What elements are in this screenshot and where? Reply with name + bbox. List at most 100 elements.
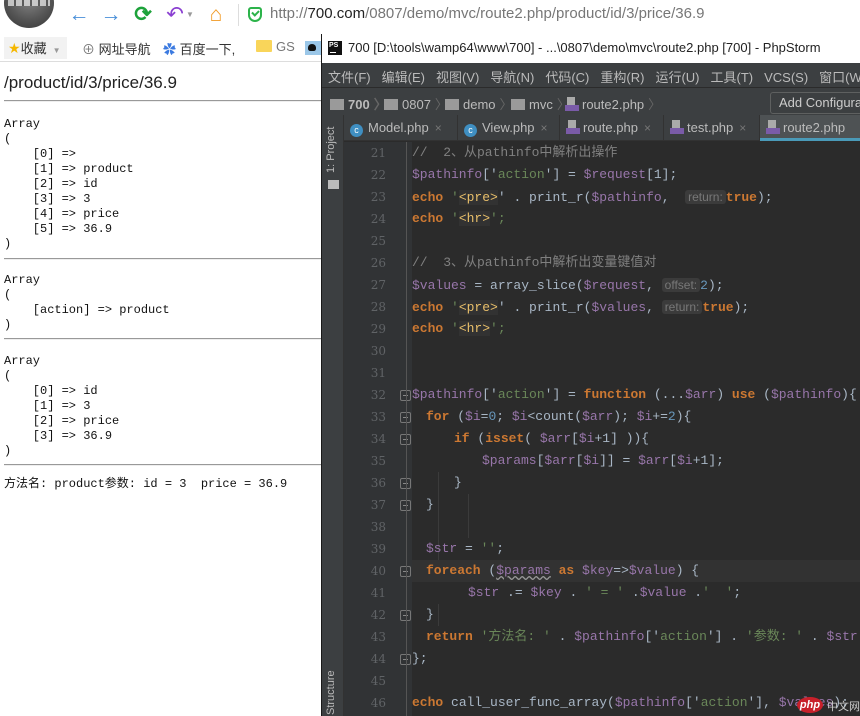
line-number: 43: [370, 630, 386, 644]
breadcrumb-700[interactable]: 700 〉: [330, 94, 387, 113]
line-number: 32: [370, 388, 386, 402]
bookmark-nav[interactable]: ⊕ 网址导航: [82, 39, 151, 58]
code-line-42: }: [426, 607, 434, 622]
bookmark-gs[interactable]: GS: [256, 39, 295, 54]
code-line-37: }: [426, 497, 434, 512]
add-configuration-button[interactable]: Add Configura: [770, 92, 860, 114]
close-icon[interactable]: ×: [644, 121, 651, 135]
user-avatar[interactable]: [4, 0, 54, 28]
chevron-right-icon: 〉: [648, 97, 662, 112]
bookmark-baidu[interactable]: ✿ 百度一下,: [163, 39, 235, 58]
code-line-27: $values = array_slice($request, offset: 2…: [412, 278, 724, 293]
line-number: 38: [370, 520, 386, 534]
menu-view[interactable]: 视图(V): [430, 63, 484, 86]
menu-file[interactable]: 文件(F): [322, 63, 376, 86]
globe-icon: ⊕: [82, 42, 96, 57]
code-line-33: for ($i=0; $i<count($arr); $i+=2){: [426, 409, 692, 424]
php-file-icon: [670, 120, 684, 134]
breadcrumb-mvc[interactable]: mvc 〉: [511, 94, 570, 113]
line-number: 27: [370, 278, 386, 292]
line-number: 39: [370, 542, 386, 556]
breadcrumb-demo[interactable]: demo 〉: [445, 94, 513, 113]
line-number: 41: [370, 586, 386, 600]
menu-window[interactable]: 窗口(W): [813, 63, 860, 86]
breadcrumb-route2[interactable]: route2.php 〉: [565, 94, 661, 113]
url-host: 700.com: [307, 5, 366, 22]
menu-refactor[interactable]: 重构(R): [594, 63, 649, 86]
forward-arrow-icon[interactable]: →: [99, 3, 123, 27]
tab-label: Model.php: [368, 120, 429, 135]
back-arrow-icon[interactable]: ←: [67, 3, 91, 27]
line-number: 25: [370, 234, 386, 248]
undo-dropdown-icon[interactable]: ▼: [186, 10, 194, 19]
tab-label: route2.php: [783, 120, 846, 135]
folder-icon: [256, 40, 272, 52]
param-hint: return:: [661, 300, 703, 314]
class-icon: c: [350, 124, 363, 137]
tab-test-php[interactable]: test.php ×: [664, 115, 760, 141]
structure-tool-button[interactable]: Structure: [325, 670, 337, 715]
editor-tabs: c Model.php × c View.php × route.php × test.p…: [344, 115, 860, 141]
line-number: 37: [370, 498, 386, 512]
fold-guide: [406, 142, 407, 716]
tab-model-php[interactable]: c Model.php ×: [344, 115, 458, 141]
line-number: 31: [370, 366, 386, 380]
code-line-28: echo '<pre>' . print_r($values, return: t…: [412, 300, 750, 315]
toolbar-divider: [238, 4, 239, 26]
project-folder-icon[interactable]: [328, 180, 339, 189]
close-icon[interactable]: ×: [739, 121, 746, 135]
window-title: 700 [D:\tools\wamp64\www\700] - ...\0807…: [348, 40, 821, 55]
undo-icon[interactable]: ↶: [163, 3, 187, 27]
security-shield-icon[interactable]: [248, 7, 262, 22]
folder-icon: [445, 99, 459, 110]
php-file-icon: [566, 120, 580, 134]
tool-window-strip: 1: Project Structure: [322, 115, 344, 716]
tab-label: test.php: [687, 120, 734, 135]
menu-run[interactable]: 运行(U): [649, 63, 704, 86]
code-line-44: };: [412, 651, 428, 666]
param-hint: return:: [685, 190, 726, 204]
menu-vcs[interactable]: VCS(S): [758, 66, 813, 85]
menu-edit[interactable]: 编辑(E): [376, 63, 430, 86]
breadcrumb-label: 0807: [402, 97, 431, 112]
code-line-39: $str = '';: [426, 541, 505, 556]
code-line-46: echo call_user_func_array($pathinfo['act…: [412, 695, 849, 710]
menu-bar: 文件(F) 编辑(E) 视图(V) 导航(N) 代码(C) 重构(R) 运行(U) 工具(T)…: [322, 63, 860, 87]
star-icon: ★: [8, 40, 21, 56]
line-number: 42: [370, 608, 386, 622]
code-editor[interactable]: // 2、从pathinfo中解析出操作 $pathinfo['action']…: [412, 142, 860, 716]
address-bar[interactable]: http://700.com/0807/demo/mvc/route2.php/…: [270, 5, 704, 22]
line-number: 22: [370, 168, 386, 182]
tab-label: route.php: [583, 120, 638, 135]
menu-navigate[interactable]: 导航(N): [484, 63, 539, 86]
navigation-bar: 700 〉 0807 〉 demo 〉 mvc 〉 route2.php 〉 Add Co…: [322, 87, 860, 115]
extension-icon[interactable]: [305, 41, 321, 55]
tab-view-php[interactable]: c View.php ×: [458, 115, 560, 141]
line-number: 46: [370, 696, 386, 710]
line-number: 29: [370, 322, 386, 336]
divider: [4, 258, 321, 260]
code-line-41: $str .= $key . ' = ' .$value .' ';: [468, 585, 742, 600]
window-title-bar[interactable]: PS 700 [D:\tools\wamp64\www\700] - ...\0…: [322, 34, 860, 63]
breadcrumb-0807[interactable]: 0807 〉: [384, 94, 448, 113]
project-tool-button[interactable]: 1: Project: [325, 127, 337, 173]
phpstorm-window: PS 700 [D:\tools\wamp64\www\700] - ...\0…: [321, 34, 860, 716]
reload-icon[interactable]: ⟳: [131, 3, 155, 27]
param-hint: offset:: [661, 278, 701, 292]
code-line-26: // 3、从pathinfo中解析出变量键值对: [412, 255, 657, 270]
code-line-29: echo '<hr>';: [412, 321, 506, 336]
menu-code[interactable]: 代码(C): [539, 63, 594, 86]
close-icon[interactable]: ×: [435, 121, 442, 135]
bookmark-label: 百度一下,: [179, 42, 236, 57]
code-line-21: // 2、从pathinfo中解析出操作: [412, 145, 618, 160]
code-line-43: return '方法名: ' . $pathinfo['action'] . '…: [426, 629, 860, 644]
close-icon[interactable]: ×: [541, 121, 548, 135]
divider: [4, 338, 321, 340]
bookmark-favorites[interactable]: ★收藏 ▼: [4, 37, 67, 59]
line-number: 21: [370, 146, 386, 160]
home-icon[interactable]: ⌂: [204, 3, 228, 27]
tab-route2-php[interactable]: route2.php: [760, 115, 860, 141]
call-result-text: 方法名: product参数: id = 3 price = 36.9: [4, 477, 288, 491]
menu-tools[interactable]: 工具(T): [704, 63, 758, 86]
tab-route-php[interactable]: route.php ×: [560, 115, 664, 141]
